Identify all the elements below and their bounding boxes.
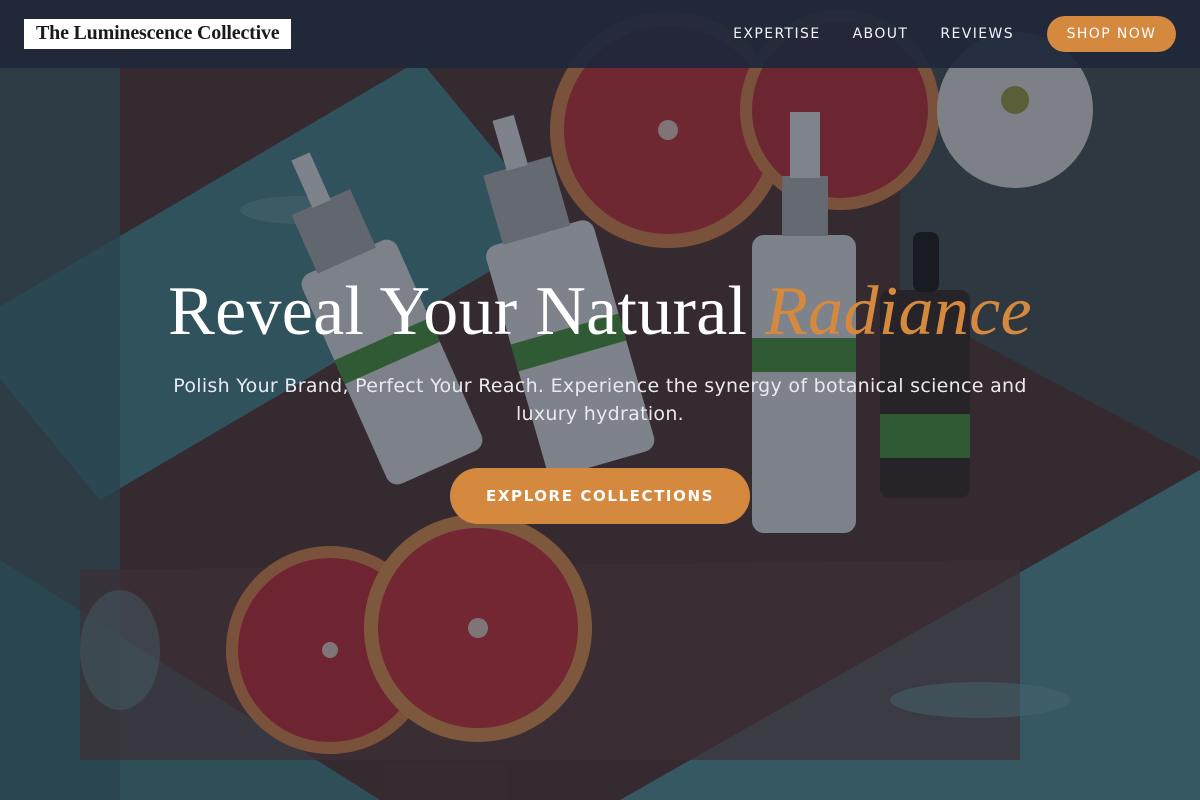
- brand-logo[interactable]: The Luminescence Collective: [24, 19, 292, 49]
- explore-collections-button[interactable]: EXPLORE COLLECTIONS: [450, 468, 750, 524]
- nav-link-expertise[interactable]: EXPERTISE: [733, 26, 820, 42]
- hero-headline: Reveal Your Natural Radiance: [0, 272, 1200, 352]
- shop-now-button[interactable]: SHOP NOW: [1047, 16, 1176, 52]
- nav-link-about[interactable]: ABOUT: [853, 26, 909, 42]
- hero-subtitle: Polish Your Brand, Perfect Your Reach. E…: [173, 375, 1027, 425]
- top-navigation-bar: The Luminescence Collective EXPERTISE AB…: [0, 0, 1200, 68]
- hero-section: Reveal Your Natural Radiance Polish Your…: [0, 0, 1200, 800]
- nav-link-reviews[interactable]: REVIEWS: [940, 26, 1014, 42]
- nav-links: EXPERTISE ABOUT REVIEWS SHOP NOW: [701, 16, 1176, 52]
- hero-headline-accent: Radiance: [765, 273, 1032, 350]
- hero-headline-main: Reveal Your Natural: [168, 273, 748, 350]
